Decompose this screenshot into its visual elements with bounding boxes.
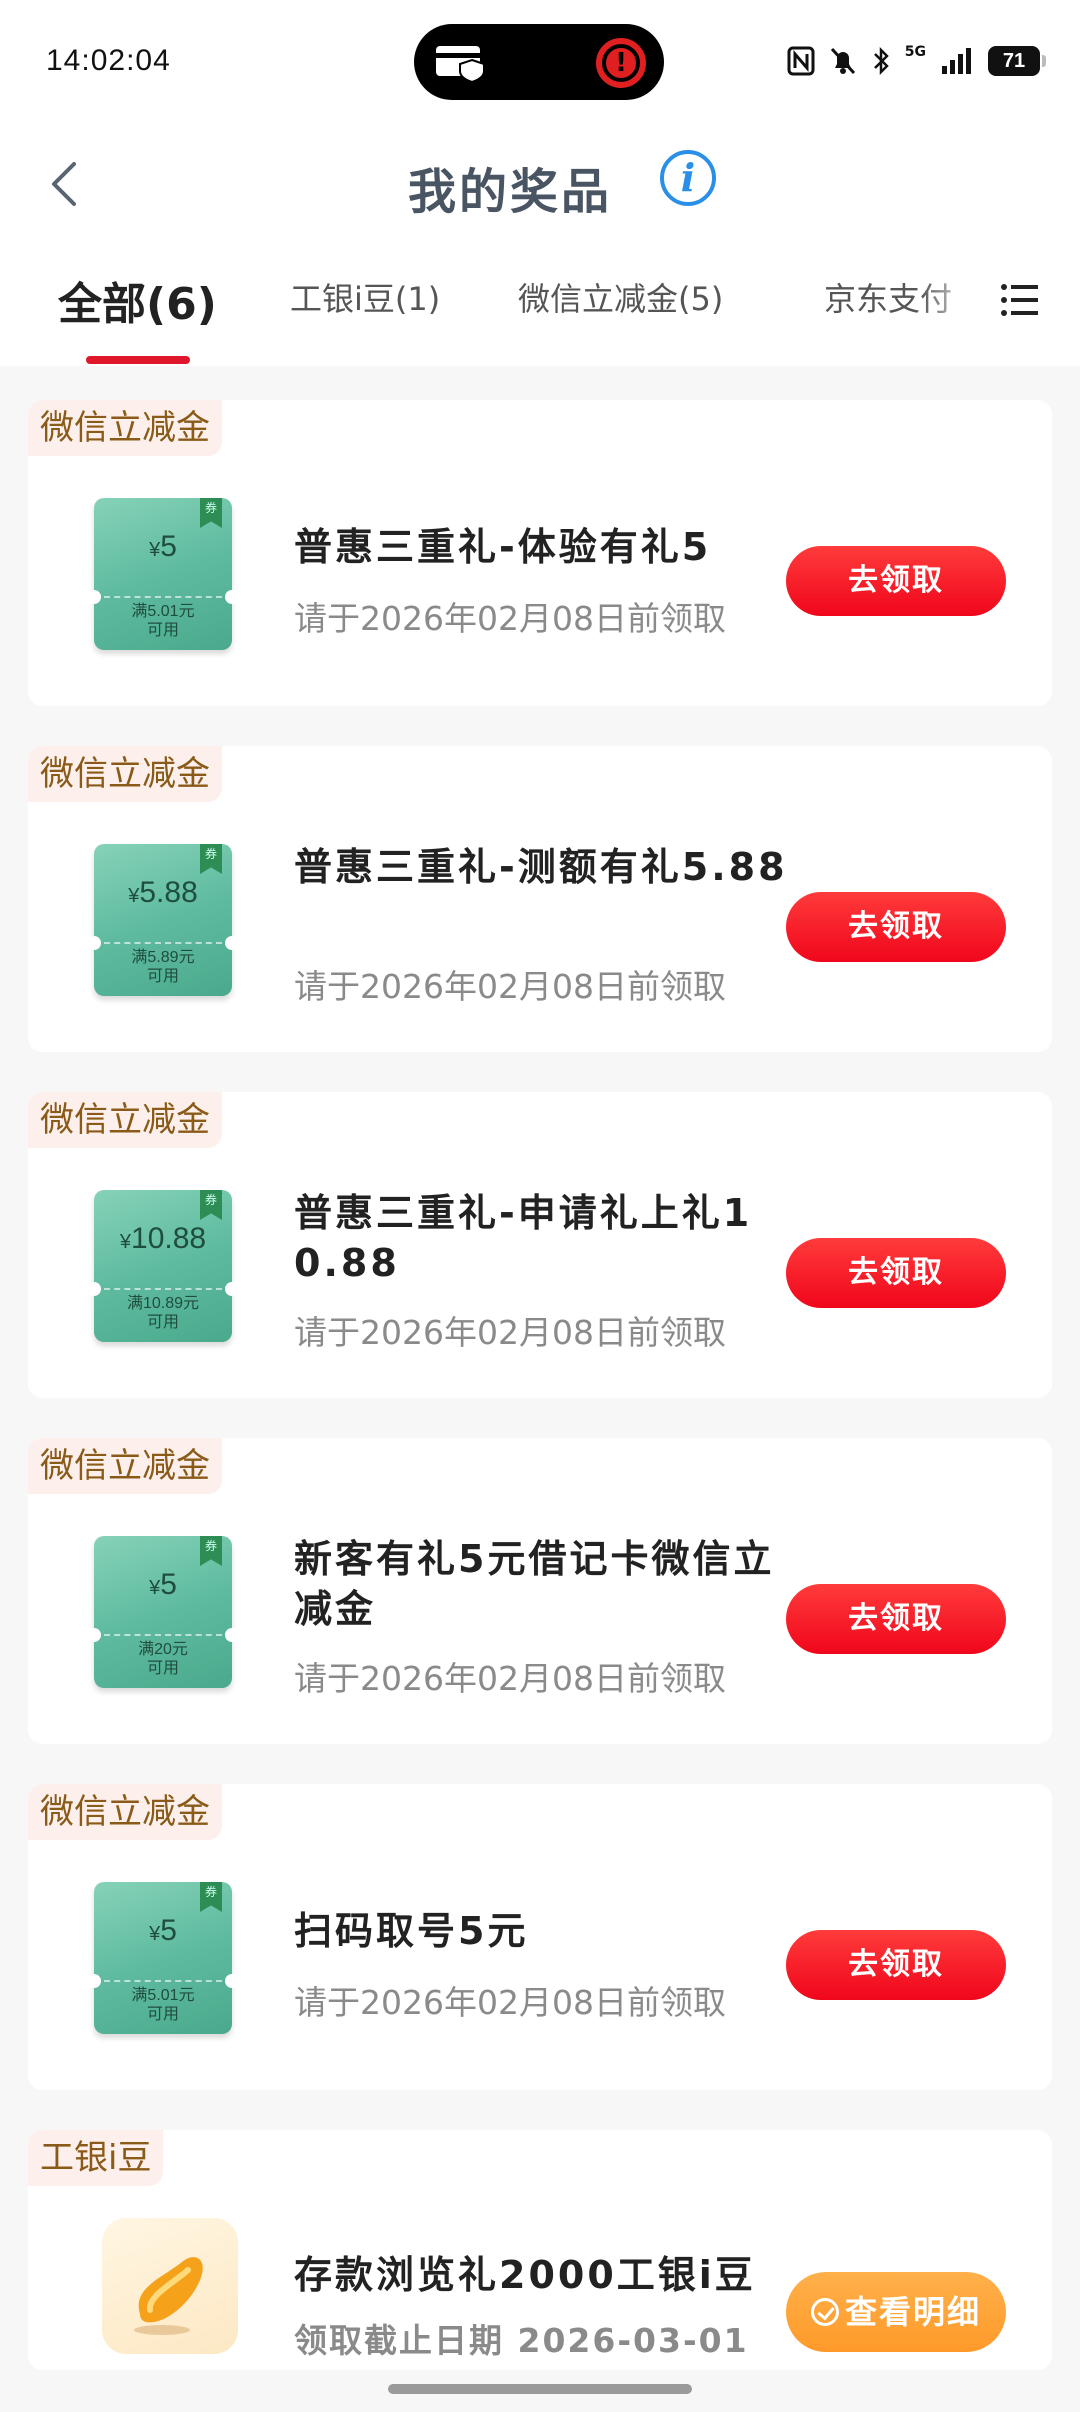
check-circle-icon [810,2298,839,2326]
prize-title: 新客有礼5元借记卡微信立减金 [294,1537,775,1631]
info-icon[interactable]: i [660,150,716,206]
claim-button[interactable]: 去领取 [786,1238,1006,1308]
alert-icon: ! [596,38,646,88]
active-tab-indicator [86,356,190,364]
page-title: 我的奖品 [407,164,612,220]
prize-deadline: 请于2026年02月08日前领取 [294,967,726,1006]
status-time: 14:02:04 [46,44,171,77]
coupon-amount: ¥5 [149,1914,177,1947]
prize-deadline: 领取截止日期 2026-03-01 [294,2321,749,2360]
coupon-amount: ¥5.88 [128,876,198,909]
card-category-tag: 微信立减金 [28,1092,222,1148]
prize-title: 普惠三重礼-体验有礼5 [294,525,712,569]
prize-card: 工银i豆 存款浏览礼2000工银i豆 领取截止日期 2026-03-01 查看明… [28,2130,1052,2370]
card-category-tag: 工银i豆 [28,2130,164,2186]
page-header: 我的奖品 i [0,124,1080,244]
prize-deadline: 请于2026年02月08日前领取 [294,1659,726,1698]
coupon-icon: 券 ¥5 满5.01元 可用 [87,498,239,650]
coupon-ribbon: 券 [200,1536,222,1566]
coupon-condition: 满10.89元 可用 [126,1295,200,1331]
claim-button[interactable]: 去领取 [786,1930,1006,2000]
coupon-ribbon: 券 [200,1882,222,1912]
card-shield-icon [436,46,485,82]
prize-card: 微信立减金 券 ¥5 满5.01元 可用 普惠三重礼-体验有礼5 请于2026年0… [28,400,1052,706]
card-category-tag: 微信立减金 [28,400,222,456]
coupon-condition: 满5.01元 可用 [131,603,195,639]
prize-card: 微信立减金 券 ¥5 满5.01元 可用 扫码取号5元 请于2026年02月08日… [28,1784,1052,2090]
prize-deadline: 请于2026年02月08日前领取 [294,1983,726,2022]
coupon-icon: 券 ¥5 满20元 可用 [87,1536,239,1688]
prize-deadline: 请于2026年02月08日前领取 [294,599,726,638]
prize-card: 微信立减金 券 ¥5.88 满5.89元 可用 普惠三重礼-测额有礼5.88 请于… [28,746,1052,1052]
coupon-ribbon: 券 [200,1190,222,1220]
bluetooth-icon [873,46,889,76]
card-category-tag: 微信立减金 [28,1784,222,1840]
dynamic-island[interactable]: ! [414,24,664,100]
coupon-amount: ¥10.88 [119,1222,207,1255]
network-label: 5G [904,44,926,60]
coupon-ribbon: 券 [200,844,222,874]
status-icons: 5G 71 [787,44,1046,78]
prize-card: 微信立减金 券 ¥5 满20元 可用 新客有礼5元借记卡微信立减金 请于2026年… [28,1438,1052,1744]
coupon-amount: ¥5 [149,1568,177,1601]
signal-icon [942,48,971,74]
tab-fade [920,244,980,366]
claim-button[interactable]: 去领取 [786,546,1006,616]
tab-all[interactable]: 全部(6) [58,268,217,332]
coupon-condition: 满5.01元 可用 [131,1987,195,2023]
card-category-tag: 微信立减金 [28,1438,222,1494]
coupon-icon: 券 ¥5 满5.01元 可用 [87,1882,239,2034]
claim-button[interactable]: 去领取 [786,892,1006,962]
coupon-icon: 券 ¥5.88 满5.89元 可用 [87,844,239,996]
claim-button[interactable]: 去领取 [786,1584,1006,1654]
coupon-ribbon: 券 [200,498,222,528]
bean-icon [102,2218,238,2354]
tab-wechat-coupon[interactable]: 微信立减金(5) [518,274,723,320]
category-tabs: 全部(6) 工银i豆(1) 微信立减金(5) 京东支付 [0,244,1080,366]
prize-title: 普惠三重礼-申请礼上礼10.88 [294,1191,753,1285]
card-category-tag: 微信立减金 [28,746,222,802]
tab-icbc-beans[interactable]: 工银i豆(1) [290,274,440,320]
prize-title: 扫码取号5元 [294,1909,529,1953]
menu-list-icon[interactable] [1000,282,1040,318]
prize-card: 微信立减金 券 ¥10.88 满10.89元 可用 普惠三重礼-申请礼上礼10.8… [28,1092,1052,1398]
nfc-icon [787,46,815,76]
prize-title: 普惠三重礼-测额有礼5.88 [294,845,788,889]
view-details-button[interactable]: 查看明细 [786,2272,1006,2352]
coupon-condition: 满5.89元 可用 [131,949,195,985]
prize-deadline: 请于2026年02月08日前领取 [294,1313,726,1352]
coupon-condition: 满20元 可用 [138,1641,188,1677]
prize-title: 存款浏览礼2000工银i豆 [294,2253,756,2297]
bell-muted-icon [830,47,855,75]
coupon-icon: 券 ¥10.88 满10.89元 可用 [87,1190,239,1342]
home-indicator[interactable] [388,2384,692,2394]
battery-icon: 71 [988,46,1046,76]
coupon-amount: ¥5 [149,530,177,563]
status-bar: 14:02:04 ! 5G 71 [0,0,1080,124]
